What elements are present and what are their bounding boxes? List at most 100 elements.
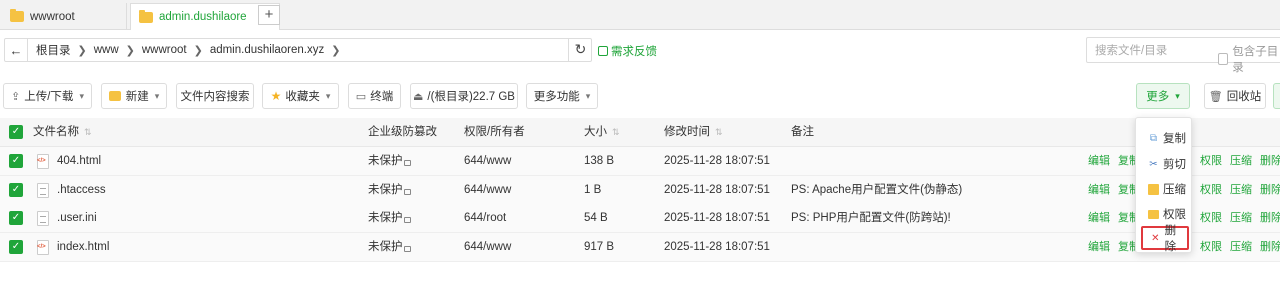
new-label: 新建 — [125, 91, 149, 103]
delete-link[interactable]: 删除 — [1260, 241, 1280, 253]
menu-label: 压缩 — [1163, 184, 1186, 196]
row-checkbox[interactable]: ✓ — [9, 183, 23, 197]
add-tab-button[interactable]: + — [258, 5, 280, 25]
protect-status[interactable]: 未保护 — [368, 176, 411, 205]
menu-label: 复制 — [1163, 133, 1186, 145]
upload-download-button[interactable]: ⇪ 上传/下载 ▾ — [3, 83, 92, 109]
protect-status[interactable]: 未保护 — [368, 233, 411, 262]
terminal-button[interactable]: ▭ 终端 — [348, 83, 401, 109]
include-subdir-checkbox[interactable]: 包含子目录 — [1218, 43, 1280, 75]
delete-link[interactable]: 删除 — [1260, 212, 1280, 224]
lock-icon — [403, 217, 411, 223]
menu-item-cut[interactable]: ✂ 剪切 — [1141, 152, 1189, 176]
delete-link[interactable]: 删除 — [1260, 184, 1280, 196]
path-bar[interactable]: ← 根目录 ❯ www ❯ wwwroot ❯ admin.dushilaoren.x… — [4, 38, 592, 62]
table-row[interactable]: ✓ .user.ini 未保护 644/root 54 B 2025-11-28 18:0… — [0, 204, 1280, 233]
disk-button[interactable]: ⏏/(根目录)22.7 GB — [410, 83, 518, 109]
perm-link[interactable]: 权限 — [1200, 212, 1222, 224]
menu-item-zip[interactable]: 压缩 — [1141, 177, 1189, 201]
chevron-right-icon: ❯ — [331, 44, 341, 57]
back-arrow-icon[interactable]: ← — [5, 43, 27, 58]
table-header: ✓ 文件名称 ⇅ 企业级防篡改 权限/所有者 大小 ⇅ 修改时间 ⇅ 备注 — [0, 118, 1280, 147]
perm-link[interactable]: 权限 — [1200, 155, 1222, 167]
file-note[interactable]: PS: Apache用户配置文件(伪静态) — [791, 176, 962, 205]
crumb-www[interactable]: www — [94, 44, 119, 56]
protect-status[interactable]: 未保护 — [368, 147, 411, 176]
row-checkbox[interactable]: ✓ — [9, 211, 23, 225]
zip-link[interactable]: 压缩 — [1230, 184, 1252, 196]
folder-icon — [10, 9, 24, 22]
edit-link[interactable]: 编辑 — [1088, 212, 1110, 224]
checkbox-icon — [1218, 53, 1229, 65]
refresh-icon[interactable]: ↻ — [568, 38, 592, 62]
zip-link[interactable]: 压缩 — [1230, 212, 1252, 224]
disk-icon: ⏏ — [413, 90, 424, 103]
zip-link[interactable]: 压缩 — [1230, 155, 1252, 167]
col-mtime[interactable]: 修改时间 ⇅ — [664, 118, 723, 147]
file-perm[interactable]: 644/www — [464, 147, 511, 176]
more-button[interactable]: 更多 ▾ — [1136, 83, 1190, 109]
file-size: 54 B — [584, 212, 608, 224]
chevron-down-icon: ▾ — [585, 90, 591, 101]
table-row[interactable]: ✓ 404.html 未保护 644/www 138 B 2025-11-28 18:07… — [0, 147, 1280, 176]
row-ops-right: 权限 压缩 删除 — [1200, 176, 1280, 205]
sort-icon: ⇅ — [612, 127, 620, 137]
delete-link[interactable]: 删除 — [1260, 155, 1280, 167]
crumb-wwwroot[interactable]: wwwroot — [142, 44, 187, 56]
table-row[interactable]: ✓ .htaccess 未保护 644/www 1 B 2025-11-28 18:07:… — [0, 176, 1280, 205]
sort-icon: ⇅ — [715, 127, 723, 137]
terminal-label: 终端 — [370, 91, 394, 103]
feedback-link[interactable]: 需求反馈 — [598, 43, 657, 59]
row-ops-right: 权限 压缩 删除 — [1200, 204, 1280, 233]
zip-link[interactable]: 压缩 — [1230, 241, 1252, 253]
file-name[interactable]: .user.ini — [57, 204, 97, 233]
file-mtime: 2025-11-28 18:07:51 — [664, 155, 770, 167]
tab-wwwroot[interactable]: wwwroot — [2, 3, 127, 30]
sort-icon: ⇅ — [84, 127, 92, 137]
menu-item-delete[interactable]: ✕ 删除 — [1141, 225, 1189, 253]
disk-label: /(根目录)22.7 GB — [427, 91, 515, 103]
file-perm[interactable]: 644/root — [464, 204, 506, 233]
edit-link[interactable]: 编辑 — [1088, 155, 1110, 167]
crumb-site[interactable]: admin.dushilaoren.xyz — [210, 44, 324, 56]
content-search-button[interactable]: 文件内容搜索 — [176, 83, 254, 109]
row-checkbox[interactable]: ✓ — [9, 154, 23, 168]
file-perm[interactable]: 644/www — [464, 176, 511, 205]
menu-label: 剪切 — [1163, 159, 1186, 171]
breadcrumb: 根目录 ❯ www ❯ wwwroot ❯ admin.dushilaoren.xyz… — [36, 42, 347, 58]
include-subdir-label: 包含子目录 — [1232, 46, 1279, 74]
more-functions-button[interactable]: 更多功能 ▾ — [526, 83, 598, 109]
edit-link[interactable]: 编辑 — [1088, 184, 1110, 196]
file-icon — [37, 154, 49, 169]
file-note[interactable]: PS: PHP用户配置文件(防跨站)! — [791, 204, 951, 233]
menu-label: 删除 — [1164, 225, 1177, 253]
protect-status[interactable]: 未保护 — [368, 204, 411, 233]
file-mtime: 2025-11-28 18:07:51 — [664, 184, 770, 196]
feedback-icon — [598, 46, 608, 56]
file-perm[interactable]: 644/www — [464, 233, 511, 262]
extra-button[interactable] — [1273, 83, 1280, 109]
file-name[interactable]: .htaccess — [57, 176, 106, 205]
file-name[interactable]: 404.html — [57, 147, 101, 176]
row-checkbox[interactable]: ✓ — [9, 240, 23, 254]
edit-link[interactable]: 编辑 — [1088, 241, 1110, 253]
col-name[interactable]: 文件名称 ⇅ — [33, 118, 92, 147]
perm-link[interactable]: 权限 — [1200, 241, 1222, 253]
file-size: 138 B — [584, 155, 615, 167]
perm-link[interactable]: 权限 — [1200, 184, 1222, 196]
favorites-button[interactable]: ★ 收藏夹 ▾ — [262, 83, 339, 109]
select-all-checkbox[interactable]: ✓ — [9, 125, 23, 139]
col-protect: 企业级防篡改 — [368, 126, 437, 138]
file-icon — [37, 211, 49, 226]
table-row[interactable]: ✓ index.html 未保护 644/www 917 B 2025-11-28 18:… — [0, 233, 1280, 262]
col-size[interactable]: 大小 ⇅ — [584, 118, 620, 147]
crumb-root[interactable]: 根目录 — [36, 42, 71, 58]
recycle-bin-button[interactable]: 🗑 回收站 — [1204, 83, 1266, 109]
new-button[interactable]: 新建 ▾ — [101, 83, 167, 109]
terminal-icon: ▭ — [355, 90, 367, 103]
file-name[interactable]: index.html — [57, 233, 109, 262]
row-ops-right: 权限 压缩 删除 — [1200, 147, 1280, 176]
chevron-down-icon: ▾ — [154, 90, 160, 101]
file-mtime: 2025-11-28 18:07:51 — [664, 241, 770, 253]
menu-item-copy[interactable]: ⧉ 复制 — [1141, 126, 1189, 150]
